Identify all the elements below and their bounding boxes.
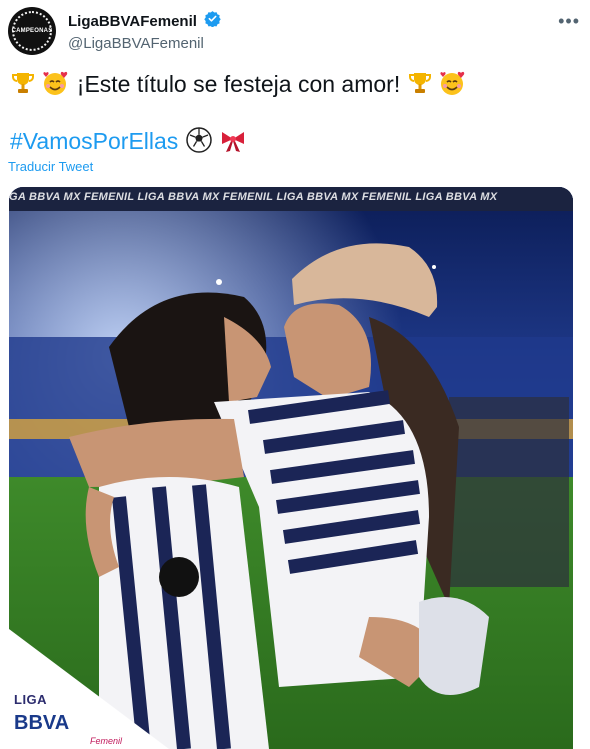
soccer-ball-emoji-icon [185,126,213,160]
logo-liga-text: LIGA [14,692,48,707]
trophy-emoji-icon [10,70,36,102]
trophy-emoji-icon [407,70,433,102]
tweet-text-line-1: ¡Este título se festeja con amor! [10,70,467,102]
display-name[interactable]: LigaBBVAFemenil [68,13,197,30]
account-name-block[interactable]: LigaBBVAFemenil @LigaBBVAFemenil [68,10,222,52]
smiling-face-with-hearts-emoji-icon [42,70,70,102]
hashtag-link[interactable]: #VamosPorEllas [10,128,178,154]
translate-tweet-link[interactable]: Traducir Tweet [8,159,93,174]
league-logo-corner: LIGA BBVA Femenil [9,629,169,749]
tweet-header: CAMPEONAS LigaBBVAFemenil @LigaBBVAFemen… [8,7,582,55]
tweet-media-image[interactable]: GA BBVA MX FEMENIL LIGA BBVA MX FEMENIL … [9,187,573,749]
media-banner-text: GA BBVA MX FEMENIL LIGA BBVA MX FEMENIL … [9,191,498,203]
avatar-ring: CAMPEONAS [12,11,52,51]
avatar-text: CAMPEONAS [11,28,53,34]
logo-femenil-text: Femenil [90,736,123,746]
ribbon-emoji-icon [219,126,247,160]
smiling-face-with-hearts-emoji-icon [439,70,467,102]
tweet-text-main: ¡Este título se festeja con amor! [76,71,401,98]
more-options-icon[interactable]: ••• [558,11,580,32]
tweet-text-line-2: #VamosPorEllas [10,126,247,160]
avatar[interactable]: CAMPEONAS [8,7,56,55]
verified-badge-icon [204,10,222,32]
account-handle: @LigaBBVAFemenil [68,35,204,52]
logo-bbva-text: BBVA [14,712,70,734]
